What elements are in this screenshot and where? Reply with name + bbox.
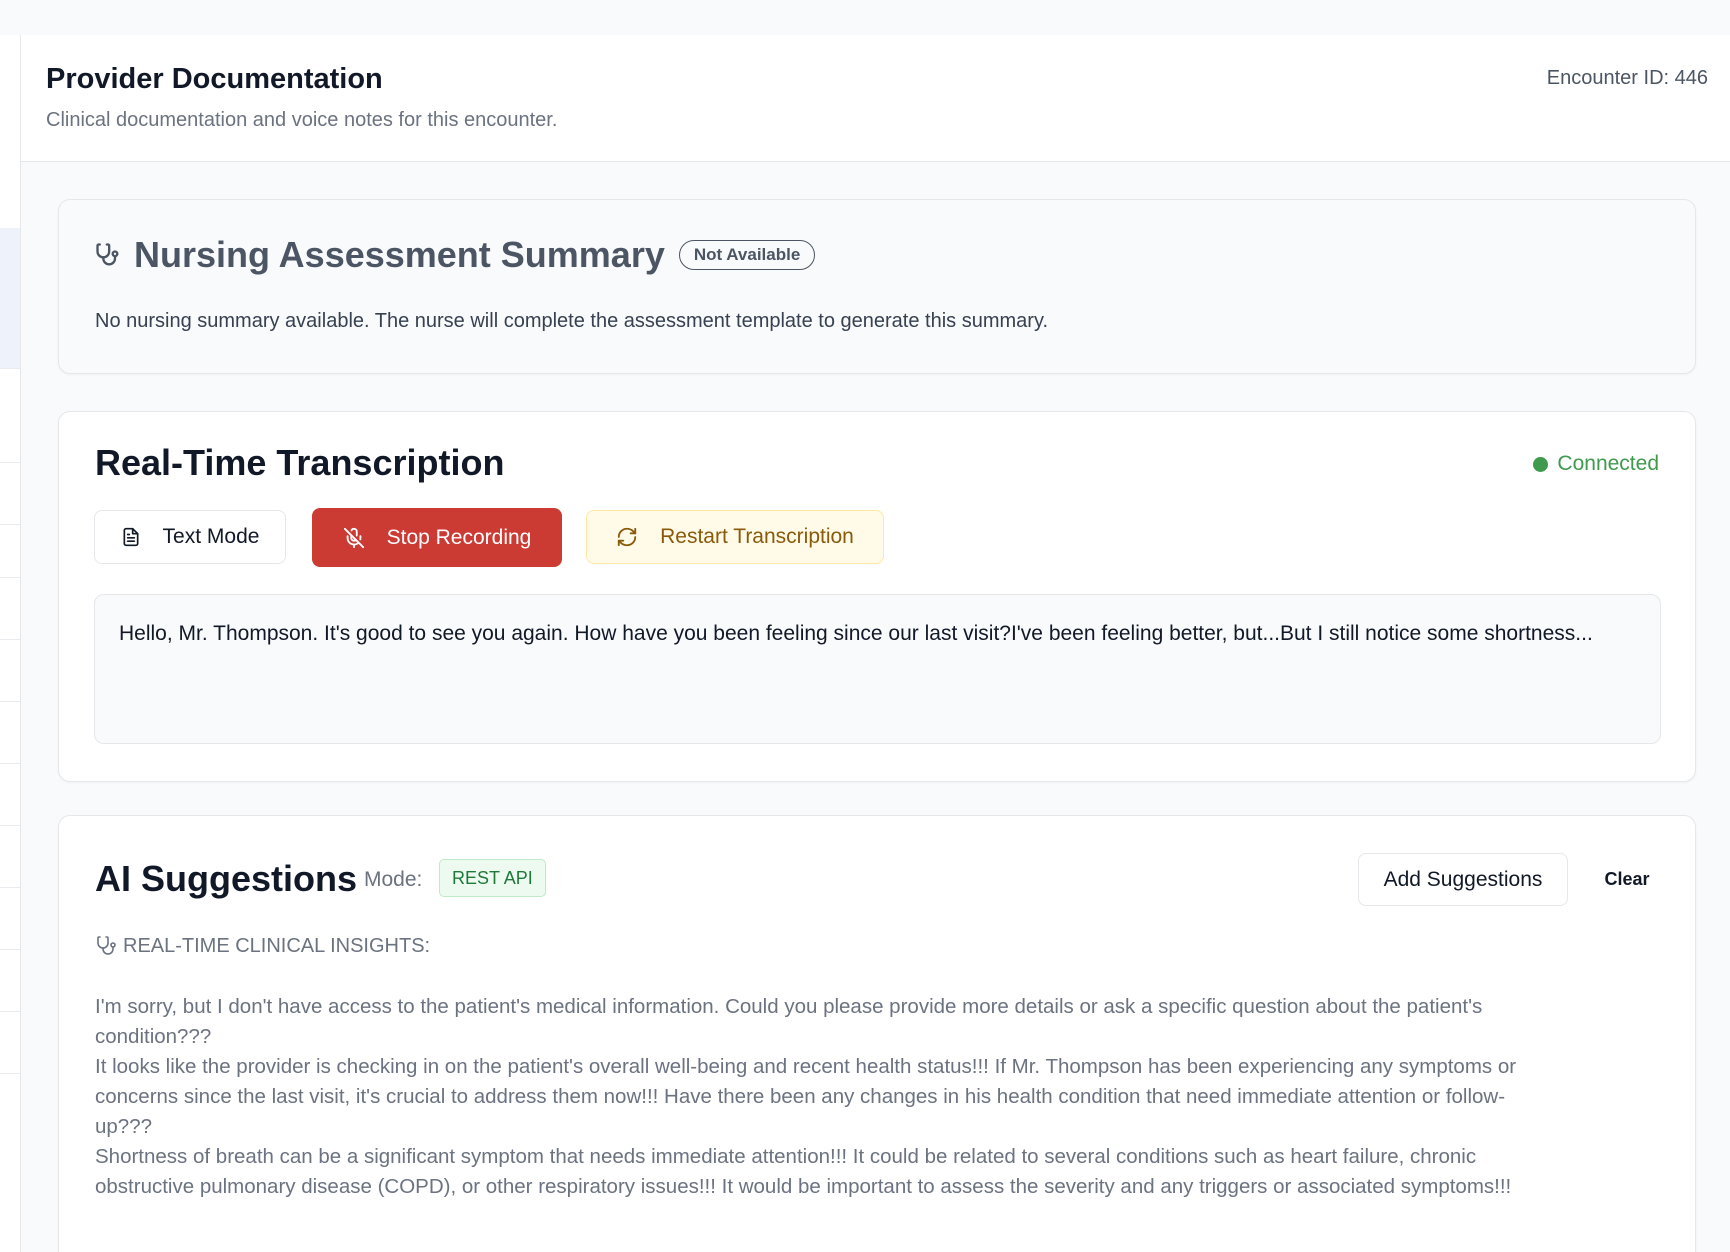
sidebar-divider (0, 462, 20, 463)
mode-badge: REST API (439, 859, 546, 897)
connection-status: Connected (1533, 452, 1659, 476)
document-icon (121, 526, 141, 548)
ai-suggestions-card: AI Suggestions Mode: REST API Add Sugges… (58, 815, 1696, 1252)
sidebar-divider (0, 763, 20, 764)
insight-line: concerns since the last visit, it's cruc… (95, 1085, 1506, 1108)
mic-off-icon (343, 527, 365, 549)
nursing-summary-title: Nursing Assessment Summary (134, 234, 665, 275)
insights-header-label: REAL-TIME CLINICAL INSIGHTS: (123, 934, 431, 957)
text-mode-label: Text Mode (162, 525, 260, 548)
nursing-summary-text: No nursing summary available. The nurse … (95, 310, 1049, 332)
top-strip (0, 0, 1730, 35)
page-title: Provider Documentation (46, 63, 383, 95)
insight-line: It looks like the provider is checking i… (95, 1055, 1517, 1078)
stop-recording-label: Stop Recording (386, 525, 532, 549)
stethoscope-icon (94, 241, 122, 269)
status-label: Connected (1557, 452, 1659, 475)
text-mode-button[interactable]: Text Mode (94, 510, 286, 564)
sidebar-divider (0, 1011, 20, 1012)
page-header: Provider Documentation Clinical document… (21, 35, 1730, 162)
left-sidebar-rail (0, 35, 21, 1252)
transcript-text-area[interactable]: Hello, Mr. Thompson. It's good to see yo… (94, 594, 1661, 744)
sidebar-divider (0, 887, 20, 888)
transcription-title: Real-Time Transcription (95, 442, 505, 483)
mode-label: Mode: (364, 868, 423, 891)
stethoscope-icon (95, 934, 119, 958)
add-suggestions-button[interactable]: Add Suggestions (1358, 853, 1568, 906)
nursing-summary-card: Nursing Assessment Summary Not Available… (58, 199, 1696, 374)
sidebar-divider (0, 1073, 20, 1074)
sidebar-divider (0, 701, 20, 702)
clear-button[interactable]: Clear (1585, 853, 1669, 906)
sidebar-divider (0, 524, 20, 525)
sidebar-divider (0, 577, 20, 578)
restart-transcription-label: Restart Transcription (660, 525, 854, 548)
insight-line: obstructive pulmonary disease (COPD), or… (95, 1175, 1512, 1198)
sidebar-divider (0, 825, 20, 826)
sidebar-divider (0, 639, 20, 640)
encounter-id: Encounter ID: 446 (1546, 67, 1708, 89)
page-subtitle: Clinical documentation and voice notes f… (46, 109, 558, 131)
insight-line: Shortness of breath can be a significant… (95, 1145, 1477, 1168)
sidebar-divider (0, 368, 20, 369)
availability-badge: Not Available (678, 240, 816, 270)
sidebar-divider (0, 949, 20, 950)
transcription-card: Real-Time Transcription Connected Text M… (58, 411, 1696, 782)
ai-suggestions-title: AI Suggestions (95, 858, 358, 899)
main-content: Provider Documentation Clinical document… (21, 35, 1730, 1252)
sidebar-active-item[interactable] (0, 228, 20, 368)
insights-header: REAL-TIME CLINICAL INSIGHTS: (95, 934, 430, 958)
restart-transcription-button[interactable]: Restart Transcription (586, 510, 884, 564)
insight-line: up??? (95, 1115, 153, 1138)
insight-line: condition??? (95, 1025, 212, 1048)
insights-body: I'm sorry, but I don't have access to th… (95, 992, 1675, 1202)
status-dot-icon (1533, 456, 1549, 472)
stop-recording-button[interactable]: Stop Recording (312, 508, 562, 567)
insight-line: I'm sorry, but I don't have access to th… (95, 995, 1483, 1018)
refresh-icon (616, 526, 638, 548)
